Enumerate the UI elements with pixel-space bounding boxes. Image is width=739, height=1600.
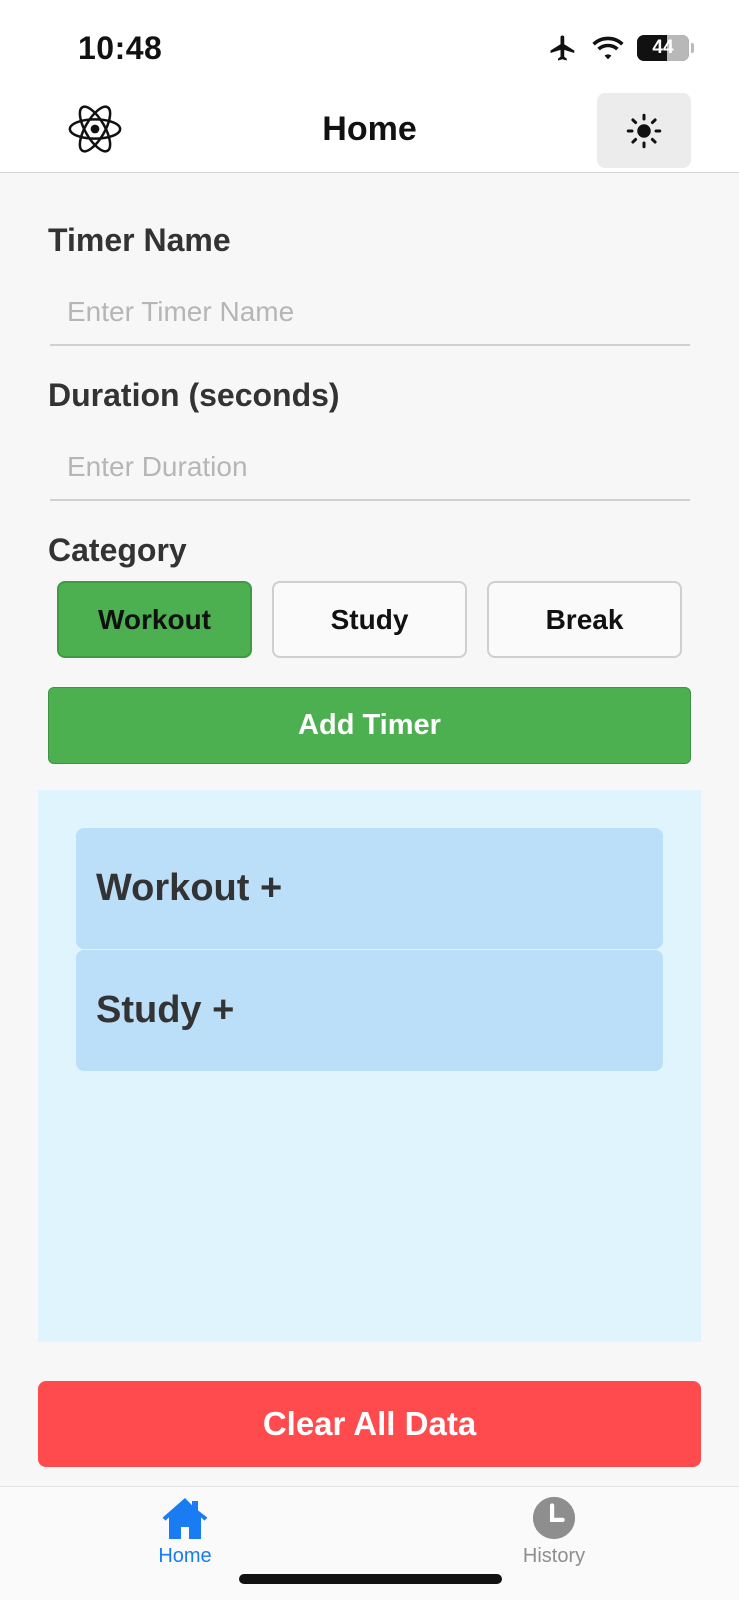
category-workout-button[interactable]: Workout <box>57 581 252 658</box>
category-label: Category <box>48 532 187 568</box>
tab-home[interactable]: Home <box>115 1495 255 1585</box>
tab-history[interactable]: History <box>484 1495 624 1585</box>
duration-label: Duration (seconds) <box>48 377 340 413</box>
group-item-workout[interactable]: Workout + <box>76 828 663 949</box>
theme-toggle-button[interactable] <box>597 93 691 168</box>
tab-history-label: History <box>522 1545 586 1567</box>
wifi-icon <box>592 36 624 60</box>
tab-home-label: Home <box>158 1545 212 1567</box>
group-item-study[interactable]: Study + <box>76 950 663 1071</box>
sun-icon <box>626 113 662 148</box>
battery-icon: 44 <box>637 35 694 61</box>
header: Home <box>0 90 739 173</box>
home-indicator[interactable] <box>239 1574 502 1584</box>
status-bar: 10:48 44 <box>0 0 739 90</box>
timer-name-input[interactable] <box>50 280 690 346</box>
timer-groups-panel: Workout + Study + <box>38 790 701 1342</box>
status-icons: 44 <box>547 33 694 63</box>
clear-all-data-button[interactable]: Clear All Data <box>38 1381 701 1467</box>
timer-name-label: Timer Name <box>48 222 231 258</box>
battery-level: 44 <box>652 37 674 58</box>
clock-icon <box>532 1496 576 1540</box>
airplane-icon <box>550 35 575 61</box>
status-time: 10:48 <box>78 30 163 66</box>
category-break-button[interactable]: Break <box>487 581 682 658</box>
duration-input[interactable] <box>50 435 690 501</box>
category-study-button[interactable]: Study <box>272 581 467 658</box>
home-icon <box>162 1498 208 1539</box>
add-timer-button[interactable]: Add Timer <box>48 687 691 764</box>
